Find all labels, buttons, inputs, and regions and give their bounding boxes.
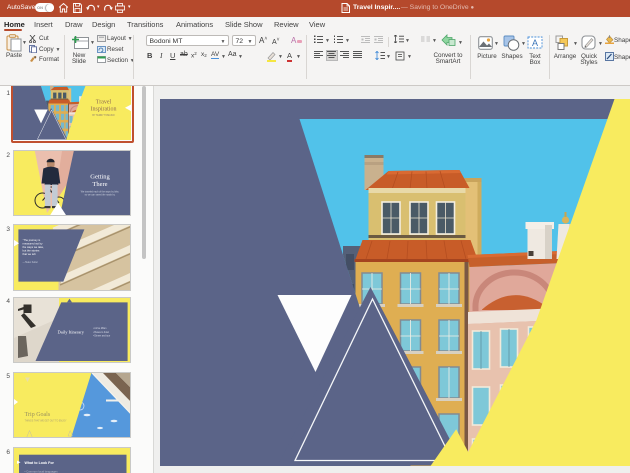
svg-text:• Arrive Milan: • Arrive Milan [93,327,107,330]
svg-text:We traveled each of the ways b: We traveled each of the ways by bike, [81,190,120,193]
svg-text:• Common local languages: • Common local languages [25,469,59,473]
svg-text:Travel: Travel [96,99,112,105]
svg-text:so we can saved the roads by.: so we can saved the roads by. [85,194,116,197]
svg-text:that we tell.: that we tell. [23,252,37,256]
svg-text:Trip Goals: Trip Goals [25,412,51,418]
svg-text:There: There [92,181,107,188]
svg-text:Inspiration: Inspiration [91,106,117,112]
svg-text:A: A [532,38,538,48]
svg-text:Getting: Getting [90,173,110,180]
svg-text:• Buses to hotel: • Buses to hotel [93,331,109,334]
svg-text:THINGS THAT WE GET OUT TO ENJO: THINGS THAT WE GET OUT TO ENJOY [25,419,67,422]
svg-text:• Dinner and tour: • Dinner and tour [93,334,110,337]
svg-text:measured not by: measured not by [23,242,44,246]
svg-text:—Helen Keller: —Helen Keller [23,261,39,264]
svg-text:but the stories: but the stories [23,249,41,253]
svg-text:BY TERRY TOMASIO: BY TERRY TOMASIO [92,113,115,116]
svg-text:the ways we take,: the ways we take, [23,245,45,249]
svg-text:Daily Itinerary: Daily Itinerary [58,329,85,334]
svg-text:What to Look For: What to Look For [25,461,55,465]
svg-text:“The journey is: “The journey is [23,238,41,242]
